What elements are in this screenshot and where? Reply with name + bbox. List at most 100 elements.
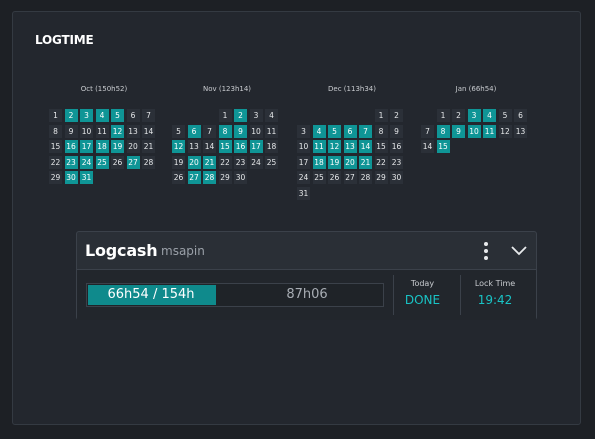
calendar-day[interactable]: 27 [126,155,140,169]
calendar-day[interactable]: 8 [218,124,232,138]
calendar-day[interactable]: 9 [234,124,247,138]
calendar-day[interactable]: 26 [172,171,185,184]
calendar-day[interactable]: 25 [265,155,278,169]
calendar-day[interactable]: 10 [467,124,481,138]
calendar-day[interactable]: 11 [265,124,278,138]
calendar-day[interactable]: 23 [234,155,247,169]
calendar-day[interactable]: 24 [297,171,310,184]
calendar-day[interactable]: 11 [483,124,496,138]
calendar-day[interactable]: 18 [312,155,326,169]
calendar-day[interactable]: 26 [111,155,124,169]
calendar-day[interactable]: 7 [203,124,216,138]
calendar-day[interactable]: 20 [343,155,357,169]
calendar-day[interactable]: 4 [483,109,496,122]
calendar-day[interactable]: 15 [436,140,450,153]
calendar-day[interactable]: 29 [49,171,62,184]
calendar-day[interactable]: 13 [187,140,201,153]
calendar-day[interactable]: 1 [49,109,62,122]
calendar-day[interactable]: 23 [390,155,403,169]
calendar-day[interactable]: 4 [265,109,278,122]
calendar-day[interactable]: 18 [265,140,278,153]
calendar-day[interactable]: 10 [249,124,263,138]
calendar-day[interactable]: 9 [390,124,403,138]
calendar-day[interactable]: 6 [187,124,201,138]
calendar-day[interactable]: 10 [80,124,93,138]
calendar-day[interactable]: 27 [187,171,201,184]
calendar-day[interactable]: 19 [111,140,124,153]
calendar-day[interactable]: 12 [111,124,124,138]
calendar-day[interactable]: 11 [95,124,109,138]
calendar-day[interactable]: 13 [343,140,357,153]
calendar-day[interactable]: 12 [328,140,341,153]
calendar-day[interactable]: 17 [297,155,310,169]
calendar-day[interactable]: 26 [328,171,341,184]
calendar-day[interactable]: 6 [343,124,357,138]
calendar-day[interactable]: 23 [64,155,78,169]
calendar-day[interactable]: 21 [203,155,216,169]
calendar-day[interactable]: 5 [328,124,341,138]
calendar-day[interactable]: 8 [374,124,388,138]
calendar-day[interactable]: 21 [142,140,155,153]
calendar-day[interactable]: 15 [218,140,232,153]
calendar-day[interactable]: 5 [111,109,124,122]
calendar-day[interactable]: 13 [126,124,140,138]
calendar-day[interactable]: 1 [374,109,388,122]
calendar-day[interactable]: 30 [64,171,78,184]
calendar-day[interactable]: 28 [203,171,216,184]
chevron-down-icon[interactable] [509,241,529,261]
calendar-day[interactable]: 3 [467,109,481,122]
calendar-day[interactable]: 2 [390,109,403,122]
calendar-day[interactable]: 29 [374,171,388,184]
calendar-day[interactable]: 16 [234,140,247,153]
calendar-day[interactable]: 9 [64,124,78,138]
calendar-day[interactable]: 3 [80,109,93,122]
calendar-day[interactable]: 13 [514,124,527,138]
calendar-day[interactable]: 8 [436,124,450,138]
calendar-day[interactable]: 8 [49,124,62,138]
calendar-day[interactable]: 24 [249,155,263,169]
calendar-day[interactable]: 20 [187,155,201,169]
calendar-day[interactable]: 25 [95,155,109,169]
calendar-day[interactable]: 1 [218,109,232,122]
calendar-day[interactable]: 5 [172,124,185,138]
calendar-day[interactable]: 14 [421,140,434,153]
calendar-day[interactable]: 7 [359,124,372,138]
calendar-day[interactable]: 18 [95,140,109,153]
calendar-day[interactable]: 30 [234,171,247,184]
calendar-day[interactable]: 15 [374,140,388,153]
calendar-day[interactable]: 5 [498,109,512,122]
calendar-day[interactable]: 16 [64,140,78,153]
calendar-day[interactable]: 17 [80,140,93,153]
kebab-menu-icon[interactable] [481,241,491,261]
calendar-day[interactable]: 2 [452,109,465,122]
calendar-day[interactable]: 12 [172,140,185,153]
calendar-day[interactable]: 29 [218,171,232,184]
calendar-day[interactable]: 31 [80,171,93,184]
calendar-day[interactable]: 30 [390,171,403,184]
calendar-day[interactable]: 6 [126,109,140,122]
calendar-day[interactable]: 2 [64,109,78,122]
calendar-day[interactable]: 31 [297,186,310,200]
calendar-day[interactable]: 9 [452,124,465,138]
calendar-day[interactable]: 28 [359,171,372,184]
calendar-day[interactable]: 19 [172,155,185,169]
calendar-day[interactable]: 11 [312,140,326,153]
calendar-day[interactable]: 22 [218,155,232,169]
calendar-day[interactable]: 10 [297,140,310,153]
calendar-day[interactable]: 25 [312,171,326,184]
calendar-day[interactable]: 22 [374,155,388,169]
calendar-day[interactable]: 15 [49,140,62,153]
calendar-day[interactable]: 27 [343,171,357,184]
calendar-day[interactable]: 7 [142,109,155,122]
calendar-day[interactable]: 3 [249,109,263,122]
calendar-day[interactable]: 6 [514,109,527,122]
calendar-day[interactable]: 14 [142,124,155,138]
calendar-day[interactable]: 12 [498,124,512,138]
calendar-day[interactable]: 24 [80,155,93,169]
calendar-day[interactable]: 3 [297,124,310,138]
calendar-day[interactable]: 4 [312,124,326,138]
calendar-day[interactable]: 28 [142,155,155,169]
calendar-day[interactable]: 16 [390,140,403,153]
calendar-day[interactable]: 14 [359,140,372,153]
calendar-day[interactable]: 4 [95,109,109,122]
